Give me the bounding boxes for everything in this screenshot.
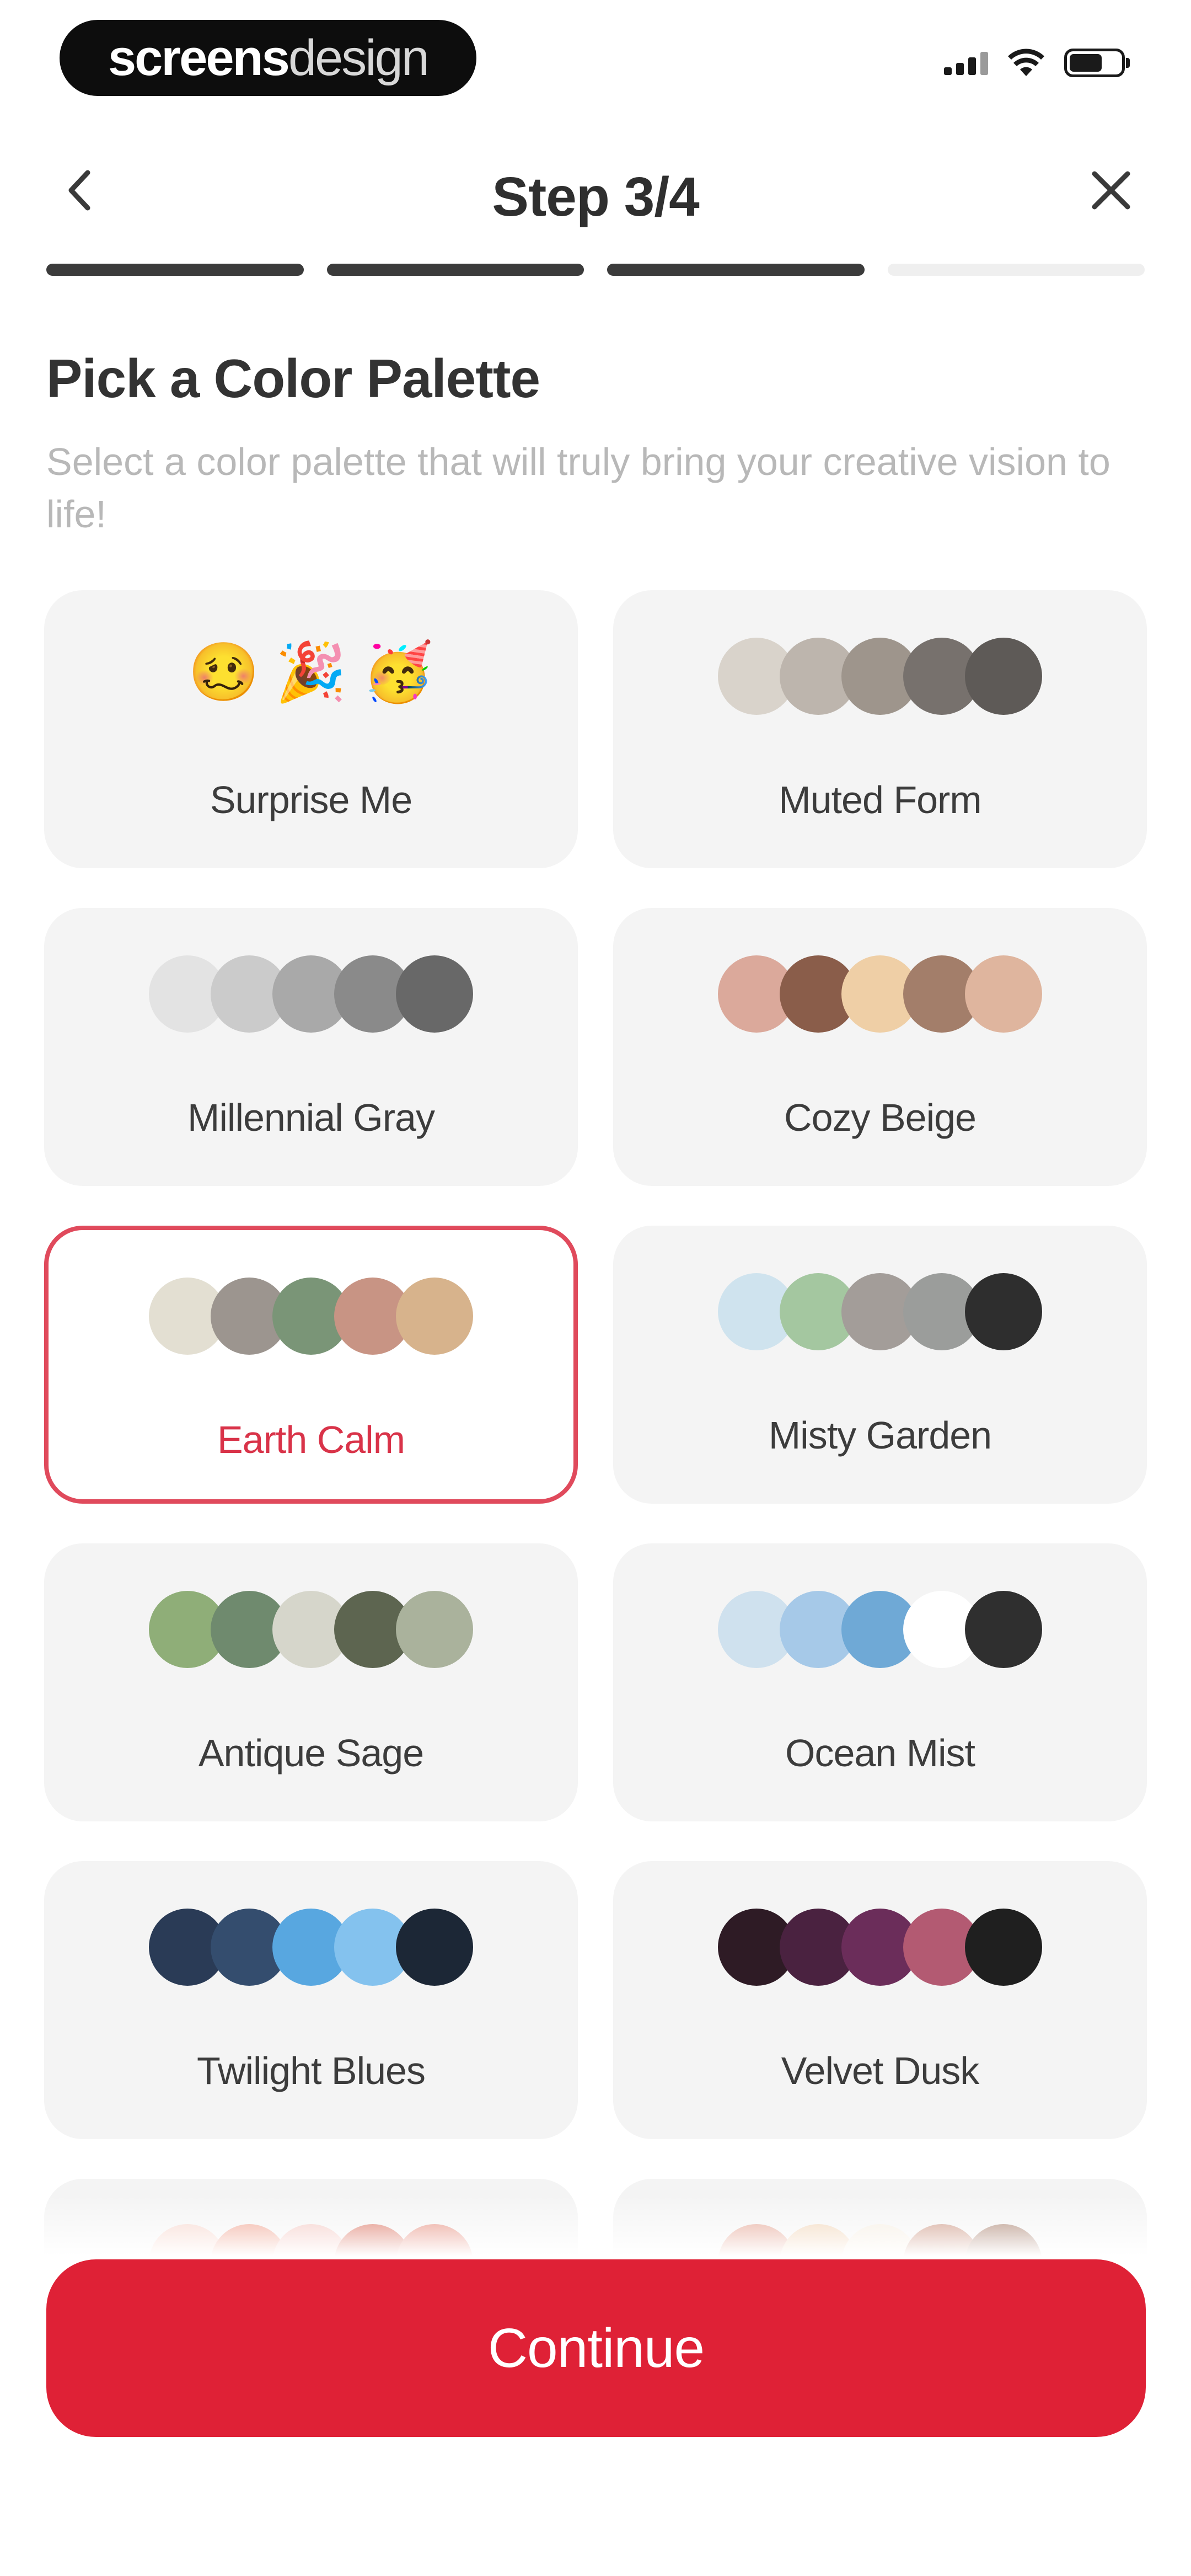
party-face-icon: 🥳: [362, 640, 434, 704]
party-face-icon: 🥴: [188, 640, 260, 704]
color-swatches: [49, 1278, 573, 1355]
color-swatch: [396, 1909, 473, 1986]
palette-card[interactable]: 🥴 🎉 🥳 Surprise Me: [44, 590, 578, 868]
palette-card[interactable]: Twilight Blues: [44, 1861, 578, 2139]
color-swatches: [613, 1909, 1147, 1986]
color-swatches: [613, 1273, 1147, 1350]
palette-card[interactable]: Misty Garden: [613, 1226, 1147, 1504]
palette-name: Millennial Gray: [187, 1096, 435, 1139]
palette-card[interactable]: Earth Calm: [44, 1226, 578, 1504]
page-title: Pick a Color Palette: [46, 348, 540, 409]
palette-name: Twilight Blues: [197, 2049, 426, 2092]
palette-name: Surprise Me: [210, 778, 412, 821]
color-swatch: [396, 1278, 473, 1355]
palette-card[interactable]: Muted Form: [613, 590, 1147, 868]
color-swatches: [44, 955, 578, 1033]
palette-name: Antique Sage: [198, 1731, 424, 1775]
continue-button[interactable]: Continue: [46, 2259, 1146, 2437]
palette-name: Cozy Beige: [784, 1096, 977, 1139]
color-swatch: [965, 1273, 1042, 1350]
palette-name: Ocean Mist: [785, 1731, 975, 1775]
brand-logo: screensdesign: [60, 20, 476, 96]
step-title: Step 3/4: [492, 166, 700, 228]
status-icons: [944, 49, 1130, 77]
page-subtitle: Select a color palette that will truly b…: [46, 440, 1110, 536]
palette-card[interactable]: Millennial Gray: [44, 908, 578, 1186]
brand-logo-text: screensdesign: [108, 29, 430, 86]
color-swatches: [44, 1591, 578, 1668]
palette-card[interactable]: Velvet Dusk: [613, 1861, 1147, 2139]
palette-grid: 🥴 🎉 🥳 Surprise Me Muted Form Millennial Gray C…: [44, 590, 1147, 2457]
palette-name: Muted Form: [779, 778, 981, 821]
progress-segment: [887, 264, 1145, 276]
step-progress-bar: [46, 264, 1145, 276]
cellular-signal-icon: [944, 51, 988, 75]
color-swatch: [965, 955, 1042, 1033]
palette-card[interactable]: Cozy Beige: [613, 908, 1147, 1186]
wifi-icon: [1008, 49, 1044, 76]
color-swatches: [44, 1909, 578, 1986]
battery-icon: [1064, 49, 1130, 77]
color-swatches: [613, 638, 1147, 715]
progress-segment: [607, 264, 865, 276]
palette-card[interactable]: Antique Sage: [44, 1543, 578, 1821]
color-swatch: [965, 1591, 1042, 1668]
palette-name: Earth Calm: [217, 1418, 405, 1461]
close-icon: [1092, 171, 1130, 210]
color-swatches: [613, 955, 1147, 1033]
progress-segment: [326, 264, 584, 276]
party-popper-icon: 🎉: [275, 640, 347, 704]
color-swatch: [396, 1591, 473, 1668]
emoji-row: 🥴 🎉 🥳: [44, 637, 578, 714]
palette-name: Velvet Dusk: [781, 2049, 980, 2092]
color-swatch: [965, 1909, 1042, 1986]
palette-name: Misty Garden: [768, 1414, 992, 1457]
nav-header: Step 3/4: [0, 138, 1191, 243]
close-button[interactable]: [1081, 160, 1141, 221]
palette-card[interactable]: Ocean Mist: [613, 1543, 1147, 1821]
progress-segment: [46, 264, 304, 276]
status-bar: screensdesign: [0, 0, 1191, 116]
color-swatches: [613, 1591, 1147, 1668]
color-swatch: [965, 638, 1042, 715]
color-swatch: [396, 955, 473, 1033]
screen: screensdesign Step 3/4 Pick a Color Pale…: [0, 0, 1191, 2576]
